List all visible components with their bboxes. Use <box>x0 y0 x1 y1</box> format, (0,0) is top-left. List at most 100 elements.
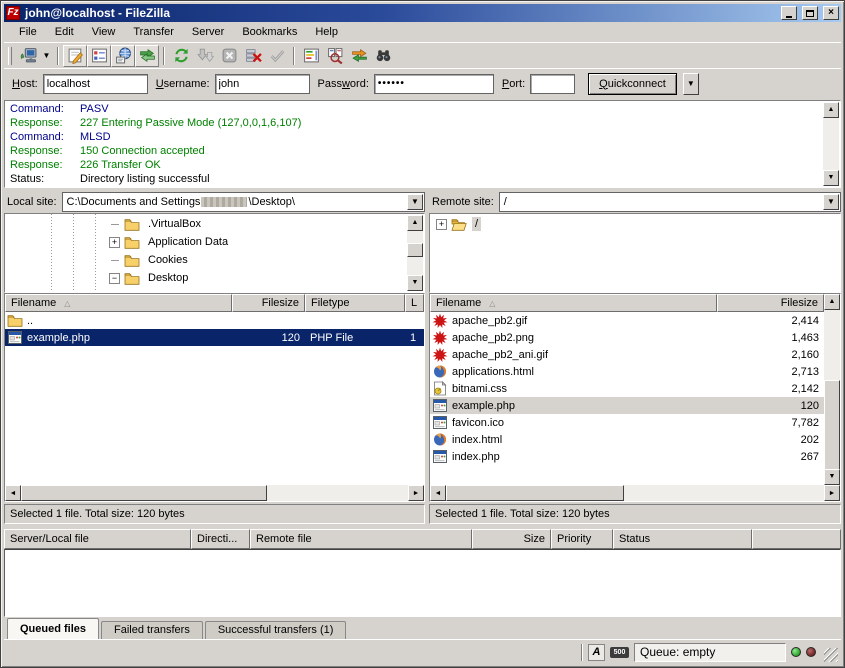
toggle-queue-button[interactable] <box>135 45 159 67</box>
scroll-up-button[interactable]: ▲ <box>823 102 839 118</box>
queue-column-header-size[interactable]: Size <box>472 529 551 549</box>
file-size-cell: 2,414 <box>717 315 824 327</box>
scroll-right-button[interactable]: ► <box>408 485 424 501</box>
tab-queued-files[interactable]: Queued files <box>7 618 99 639</box>
file-row-apache-pb2-ani-gif[interactable]: apache_pb2_ani.gif2,160 <box>430 346 824 363</box>
scroll-left-button[interactable]: ◄ <box>5 485 21 501</box>
tab-failed-transfers[interactable]: Failed transfers <box>101 621 203 639</box>
menu-item-view[interactable]: View <box>83 23 125 41</box>
file-row-applications-html[interactable]: applications.html2,713 <box>430 363 824 380</box>
file-row-index-php[interactable]: index.php267 <box>430 448 824 465</box>
maximize-icon <box>806 10 814 17</box>
local-path-combo[interactable]: C:\Documents and Settings\Desktop\ ▼ <box>62 192 425 212</box>
file-row-example-php[interactable]: example.php120PHP File1 <box>5 329 424 346</box>
menu-item-file[interactable]: File <box>10 23 46 41</box>
speed-limit-icon[interactable]: 500 <box>610 647 629 658</box>
firefox-icon <box>432 432 449 447</box>
log-line-label: Response: <box>6 158 80 172</box>
local-hscrollbar[interactable]: ◄ ► <box>5 485 424 501</box>
refresh-button[interactable] <box>169 45 193 67</box>
toggle-remote-tree-button[interactable] <box>111 45 135 67</box>
disconnect-button[interactable] <box>241 45 265 67</box>
column-header-filesize[interactable]: Filesize <box>717 294 824 312</box>
filter-button[interactable] <box>299 45 323 67</box>
remote-hscrollbar[interactable]: ◄ ► <box>430 485 840 501</box>
menu-item-server[interactable]: Server <box>183 23 233 41</box>
toggle-message-log-button[interactable] <box>63 45 87 67</box>
log-scrollbar[interactable]: ▲ ▼ <box>823 102 839 186</box>
port-input[interactable] <box>530 74 575 94</box>
queue-column-header-remote-file[interactable]: Remote file <box>250 529 472 549</box>
file-row-parent-dir[interactable]: .. <box>5 312 424 329</box>
toggle-local-tree-button[interactable] <box>87 45 111 67</box>
sync-browsing-button[interactable] <box>347 45 371 67</box>
cancel-operation-button[interactable] <box>217 45 241 67</box>
reconnect-button[interactable] <box>265 45 289 67</box>
file-name-cell: index.html <box>430 432 717 447</box>
log-line-label: Response: <box>6 144 80 158</box>
close-button[interactable]: × <box>823 6 839 20</box>
menu-item-bookmarks[interactable]: Bookmarks <box>233 23 306 41</box>
tree-item-application-data[interactable]: +Application Data <box>5 233 424 251</box>
password-input[interactable] <box>374 74 494 94</box>
tree-item-desktop[interactable]: −Desktop <box>5 269 424 287</box>
file-row-bitnami-css[interactable]: bitnami.css2,142 <box>430 380 824 397</box>
scroll-thumb[interactable] <box>446 485 624 501</box>
menu-item-help[interactable]: Help <box>306 23 347 41</box>
log-line: Status:Directory listing successful <box>6 172 822 186</box>
host-input[interactable] <box>43 74 148 94</box>
menu-item-edit[interactable]: Edit <box>46 23 83 41</box>
ascii-transfer-type-icon[interactable]: A <box>588 644 605 661</box>
queue-column-header-server-local-file[interactable]: Server/Local file <box>4 529 191 549</box>
collapse-minus-icon[interactable]: − <box>109 273 120 284</box>
remote-path-combo[interactable]: / ▼ <box>499 192 841 212</box>
column-header-filename[interactable]: Filename△ <box>5 294 232 312</box>
file-row-apache-pb2-png[interactable]: apache_pb2.png1,463 <box>430 329 824 346</box>
sort-ascending-icon: △ <box>64 299 70 308</box>
quickconnect-dropdown-button[interactable]: ▼ <box>683 73 699 95</box>
menu-item-transfer[interactable]: Transfer <box>124 23 183 41</box>
expand-plus-icon[interactable]: + <box>436 219 447 230</box>
resize-grip[interactable] <box>824 648 838 662</box>
file-row-example-php[interactable]: example.php120 <box>430 397 824 414</box>
tree-item-virtualbox[interactable]: .VirtualBox <box>5 215 424 233</box>
username-input[interactable] <box>215 74 310 94</box>
expand-plus-icon[interactable]: + <box>109 237 120 248</box>
scroll-thumb[interactable] <box>824 380 840 476</box>
scroll-thumb[interactable] <box>21 485 267 501</box>
remote-site-label: Remote site: <box>429 196 499 208</box>
tree-item-item[interactable]: +/ <box>430 215 840 233</box>
queue-column-header-status[interactable]: Status <box>613 529 752 549</box>
combo-dropdown-icon[interactable]: ▼ <box>407 194 423 210</box>
file-size-cell: 120 <box>717 400 824 412</box>
remote-list-scrollbar[interactable]: ▲ ▼ <box>824 294 840 485</box>
column-header-filetype[interactable]: Filetype <box>305 294 405 312</box>
file-row-index-html[interactable]: index.html202 <box>430 431 824 448</box>
tree-item-cookies[interactable]: Cookies <box>5 251 424 269</box>
compare-button[interactable] <box>323 45 347 67</box>
queue-column-header-directi[interactable]: Directi... <box>191 529 250 549</box>
scroll-down-button[interactable]: ▼ <box>823 170 839 186</box>
file-name-label: applications.html <box>452 366 534 378</box>
find-files-button[interactable] <box>371 45 395 67</box>
file-row-favicon-ico[interactable]: favicon.ico7,782 <box>430 414 824 431</box>
file-size-cell: 267 <box>717 451 824 463</box>
queue-column-header-priority[interactable]: Priority <box>551 529 613 549</box>
column-header-filesize[interactable]: Filesize <box>232 294 305 312</box>
site-manager-dropdown-icon[interactable]: ▼ <box>40 45 53 67</box>
scroll-down-button[interactable]: ▼ <box>824 469 840 485</box>
maximize-button[interactable] <box>802 6 818 20</box>
column-header-l[interactable]: L <box>405 294 424 312</box>
quickconnect-field-username: Username: <box>156 74 310 94</box>
combo-dropdown-icon[interactable]: ▼ <box>823 194 839 210</box>
process-queue-button[interactable] <box>193 45 217 67</box>
scroll-left-button[interactable]: ◄ <box>430 485 446 501</box>
column-header-filename[interactable]: Filename△ <box>430 294 717 312</box>
minimize-button[interactable] <box>781 6 797 20</box>
tab-successful-transfers-1[interactable]: Successful transfers (1) <box>205 621 347 639</box>
file-row-apache-pb2-gif[interactable]: apache_pb2.gif2,414 <box>430 312 824 329</box>
scroll-up-button[interactable]: ▲ <box>824 294 840 310</box>
site-manager-button[interactable] <box>16 45 40 67</box>
scroll-right-button[interactable]: ► <box>824 485 840 501</box>
quickconnect-button[interactable]: Quickconnect <box>588 73 677 95</box>
